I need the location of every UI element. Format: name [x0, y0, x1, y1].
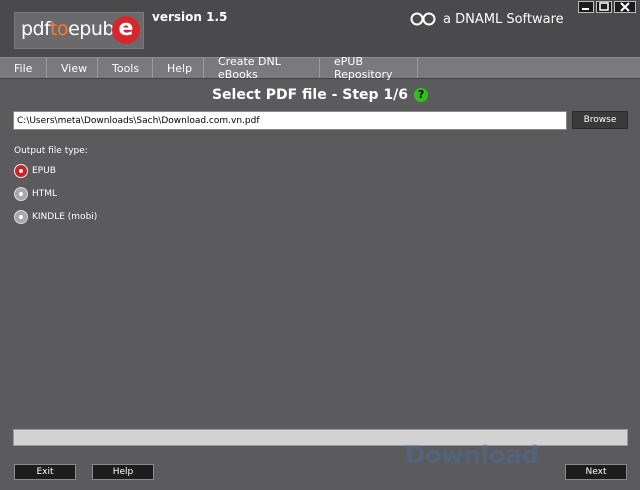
- browse-button[interactable]: Browse: [572, 111, 628, 129]
- logo-e-badge: e: [112, 16, 140, 44]
- menu-tools[interactable]: Tools: [98, 58, 153, 78]
- watermark: Download: [405, 441, 539, 469]
- step-title-text: Select PDF file - Step 1/6: [211, 87, 409, 103]
- menu-create-dnl-ebooks[interactable]: Create DNL eBooks: [204, 55, 320, 81]
- infinity-icon: [410, 12, 436, 26]
- next-button[interactable]: Next: [565, 464, 627, 480]
- close-icon[interactable]: [614, 1, 636, 13]
- logo-part-pdf: pdf: [21, 18, 50, 40]
- step-title: Select PDF file - Step 1/6?: [0, 87, 640, 103]
- option-epub[interactable]: EPUB: [14, 164, 56, 178]
- help-button[interactable]: Help: [92, 464, 154, 480]
- app-logo: pdftoepub e: [14, 12, 144, 49]
- option-html[interactable]: HTML: [14, 187, 57, 201]
- pdf-path-input[interactable]: [13, 111, 567, 130]
- help-icon[interactable]: ?: [414, 88, 429, 102]
- radio-epub-icon[interactable]: [14, 164, 28, 178]
- exit-button[interactable]: Exit: [14, 464, 76, 480]
- logo-part-epub: epub: [68, 18, 114, 40]
- logo-part-to: to: [49, 18, 69, 40]
- app-header: pdftoepub e version 1.5 a DNAML Software: [0, 0, 640, 57]
- option-html-label: HTML: [32, 189, 58, 199]
- menu-epub-repository[interactable]: ePUB Repository: [320, 55, 418, 81]
- minimize-icon[interactable]: [578, 1, 594, 13]
- app-version: version 1.5: [152, 10, 228, 24]
- radio-html-icon[interactable]: [14, 187, 28, 201]
- menu-view[interactable]: View: [47, 58, 98, 78]
- option-kindle-label: KINDLE (mobi): [32, 212, 98, 222]
- option-kindle[interactable]: KINDLE (mobi): [14, 210, 97, 224]
- radio-kindle-icon[interactable]: [14, 210, 28, 224]
- maximize-icon[interactable]: [596, 1, 612, 13]
- menu-bar: File View Tools Help Create DNL eBooks e…: [0, 55, 640, 81]
- brand: a DNAML Software: [410, 9, 564, 29]
- logo-wordmark: pdftoepub: [21, 18, 114, 40]
- output-type-label: Output file type:: [14, 146, 88, 156]
- menu-file[interactable]: File: [0, 58, 47, 78]
- window-controls: [578, 1, 636, 13]
- option-epub-label: EPUB: [32, 166, 56, 176]
- brand-text: a DNAML Software: [443, 11, 564, 27]
- menu-help[interactable]: Help: [153, 58, 204, 78]
